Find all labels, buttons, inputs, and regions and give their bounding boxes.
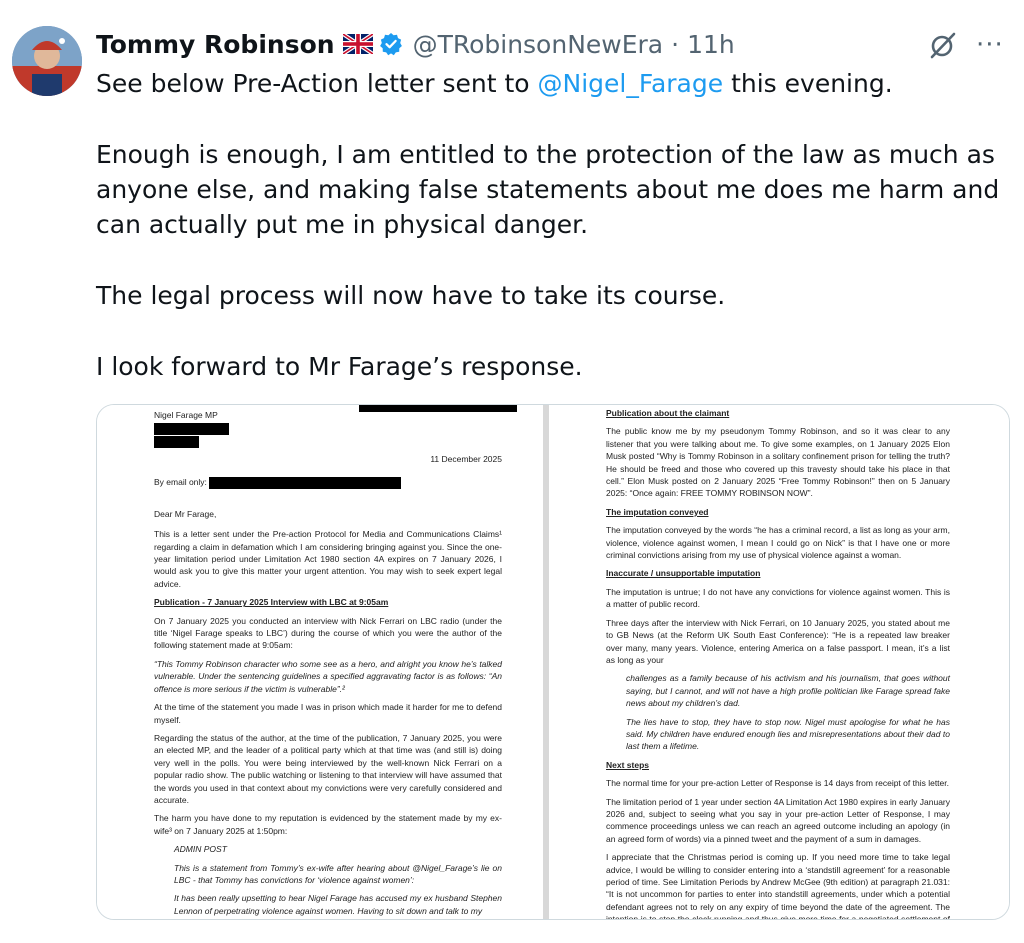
more-options-icon[interactable]: ··· bbox=[976, 30, 1004, 60]
letter-heading: The imputation conveyed bbox=[606, 506, 709, 517]
letter-quote: The lies have to stop, they have to stop… bbox=[626, 716, 950, 752]
letter-date: 11 December 2025 bbox=[430, 454, 502, 465]
letter-paragraph: Three days after the interview with Nick… bbox=[606, 617, 950, 665]
tweet-header: Tommy Robinson @TRobinsonNewEra · 11h bbox=[96, 26, 735, 62]
tweet-paragraph-2: Enough is enough, I am entitled to the p… bbox=[96, 140, 1000, 239]
letter-quote: “This Tommy Robinson character who some … bbox=[154, 658, 502, 694]
letter-heading: Next steps bbox=[606, 759, 649, 770]
mention-link[interactable]: @Nigel_Farage bbox=[538, 69, 724, 98]
grok-icon[interactable] bbox=[928, 30, 958, 64]
letter-admin-post: ADMIN POST bbox=[174, 844, 227, 855]
letter-heading: Inaccurate / unsupportable imputation bbox=[606, 568, 761, 579]
letter-paragraph: The imputation is untrue; I do not have … bbox=[606, 586, 950, 610]
letter-paragraph: The normal time for your pre-action Lett… bbox=[606, 778, 949, 789]
redaction-bar bbox=[154, 436, 199, 449]
tweet-media[interactable]: Nigel Farage MP 11 December 2025 By emai… bbox=[96, 404, 1010, 920]
redaction-bar bbox=[209, 476, 401, 489]
letter-quote: challenges as a family because of his ac… bbox=[626, 673, 950, 709]
letter-paragraph: On 7 January 2025 you conducted an inter… bbox=[154, 615, 502, 651]
letter-paragraph: At the time of the statement you made I … bbox=[154, 702, 502, 725]
letter-quote: This is a statement from Tommy’s ex-wife… bbox=[174, 862, 502, 885]
letter-heading: Publication about the claimant bbox=[606, 408, 730, 418]
letter-paragraph: The public know me by my pseudonym Tommy… bbox=[606, 426, 950, 499]
verified-badge-icon[interactable] bbox=[379, 32, 403, 56]
letter-page-right[interactable]: Publication about the claimant The publi… bbox=[549, 405, 1009, 919]
letter-paragraph: The harm you have done to my reputation … bbox=[154, 813, 502, 836]
letter-quote: It has been really upsetting to hear Nig… bbox=[174, 893, 502, 916]
author-name[interactable]: Tommy Robinson bbox=[96, 30, 335, 59]
tweet-text-start: See below Pre-Action letter sent to bbox=[96, 69, 530, 98]
tweet-paragraph-3: The legal process will now have to take … bbox=[96, 281, 726, 310]
letter-paragraph: The limitation period of 1 year under se… bbox=[606, 796, 950, 844]
letter-paragraph: I appreciate that the Christmas period i… bbox=[606, 852, 950, 919]
avatar-image bbox=[12, 26, 82, 96]
author-handle[interactable]: @TRobinsonNewEra bbox=[413, 30, 664, 59]
tweet-text: See below Pre-Action letter sent to @Nig… bbox=[96, 66, 1016, 420]
tweet-paragraph-4: I look forward to Mr Farage’s response. bbox=[96, 352, 583, 381]
letter-heading: Publication - 7 January 2025 Interview w… bbox=[154, 597, 389, 608]
uk-flag-icon bbox=[342, 34, 373, 54]
tweet-paragraph-1: See below Pre-Action letter sent to @Nig… bbox=[96, 66, 1016, 101]
separator-dot: · bbox=[671, 29, 680, 59]
tweet-text-end: this evening. bbox=[731, 69, 893, 98]
letter-paragraph: Regarding the status of the author, at t… bbox=[154, 732, 502, 805]
letter-paragraph: The imputation conveyed by the words “he… bbox=[606, 525, 950, 561]
letter-paragraph: This is a letter sent under the Pre-acti… bbox=[154, 529, 502, 589]
avatar[interactable] bbox=[12, 26, 82, 96]
by-email-label: By email only: bbox=[154, 476, 207, 487]
redaction-bar bbox=[154, 423, 229, 436]
timestamp[interactable]: 11h bbox=[687, 30, 735, 59]
letter-page-left[interactable]: Nigel Farage MP 11 December 2025 By emai… bbox=[97, 405, 543, 919]
letter-recipient: Nigel Farage MP bbox=[154, 410, 218, 420]
letter-salutation: Dear Mr Farage, bbox=[154, 508, 217, 519]
